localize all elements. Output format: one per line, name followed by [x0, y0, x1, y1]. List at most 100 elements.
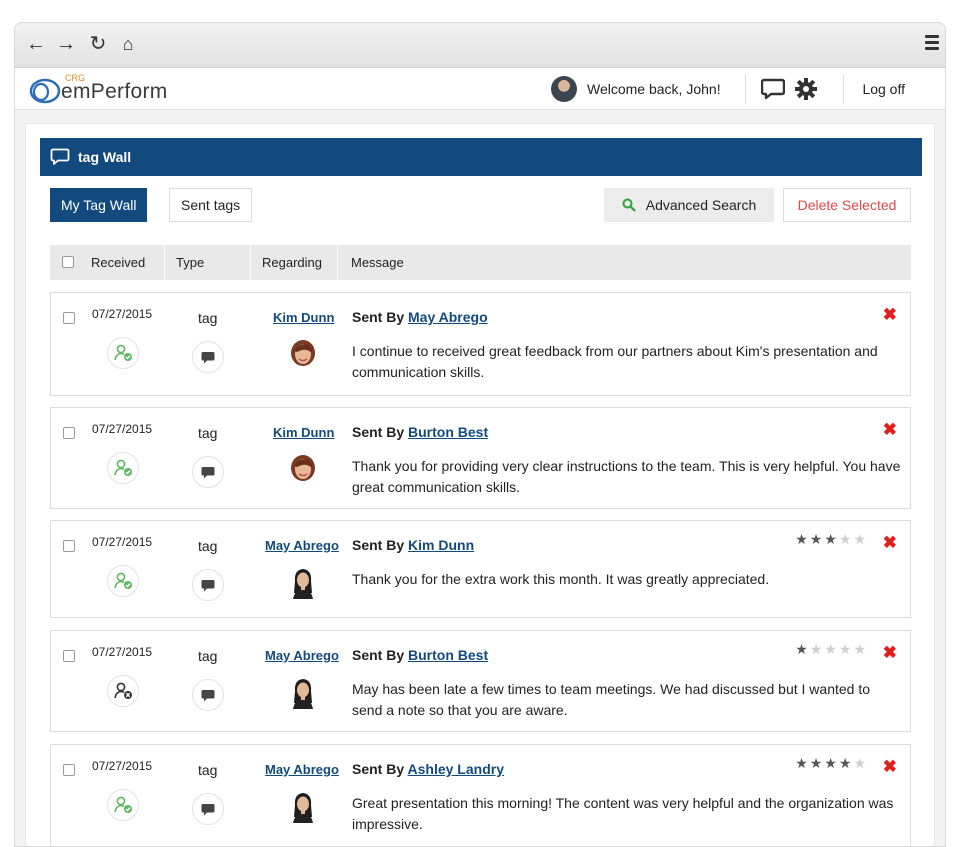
- user-approved-icon: [107, 565, 139, 597]
- delete-icon[interactable]: ✖: [883, 533, 897, 553]
- logo-text: emPerform: [61, 80, 168, 103]
- tag-type: tag: [198, 762, 218, 778]
- tag-row: 07/27/2015 tag May Abrego Sent By Ashley La…: [50, 744, 911, 846]
- sent-by-label: Sent By: [352, 309, 405, 325]
- column-header-regarding[interactable]: Regarding: [262, 245, 322, 280]
- sent-by-label: Sent By: [352, 647, 405, 663]
- regarding-link[interactable]: May Abrego: [265, 762, 339, 777]
- sent-by-line: Sent By May Abrego: [352, 309, 488, 325]
- advanced-search-button[interactable]: Advanced Search: [604, 188, 774, 222]
- welcome-area: Welcome back, John!: [551, 76, 721, 102]
- rating-star: ★: [838, 755, 854, 771]
- logoff-link[interactable]: Log off: [862, 81, 905, 97]
- tag-type: tag: [198, 310, 218, 326]
- tag-row: 07/27/2015 tag Kim Dunn Sent By Burton Best…: [50, 407, 911, 509]
- received-date: 07/27/2015: [92, 535, 153, 549]
- chat-bubble-icon: [192, 793, 224, 825]
- rating-star: ★: [853, 531, 868, 547]
- home-icon[interactable]: ⌂: [117, 33, 139, 55]
- column-separator: [164, 245, 165, 280]
- rating-star: ★: [853, 755, 868, 771]
- rating-star: ★: [809, 755, 825, 771]
- user-avatar[interactable]: [551, 76, 577, 102]
- star-rating: ★★★★★: [795, 641, 868, 658]
- row-checkbox[interactable]: [63, 540, 75, 552]
- select-all-checkbox[interactable]: [62, 256, 74, 268]
- browser-window: ← → ↻ ⌂ CRG emPerform Welcome back, John…: [14, 22, 946, 847]
- user-approved-icon: [107, 337, 139, 369]
- star-rating: ★★★★★: [795, 755, 868, 772]
- emperform-logo[interactable]: CRG emPerform: [27, 72, 168, 106]
- regarding-link[interactable]: May Abrego: [265, 648, 339, 663]
- table-header: Received Type Regarding Message: [50, 245, 911, 280]
- received-date: 07/27/2015: [92, 422, 153, 436]
- user-approved-icon: [107, 452, 139, 484]
- column-header-type[interactable]: Type: [176, 245, 204, 280]
- sender-link[interactable]: May Abrego: [408, 309, 488, 325]
- rating-star: ★: [809, 641, 825, 657]
- message-text: May has been late a few times to team me…: [352, 681, 871, 718]
- tag-chat-icon[interactable]: [761, 78, 785, 100]
- chat-bubble-icon: [192, 569, 224, 601]
- row-checkbox[interactable]: [63, 427, 75, 439]
- tag-type: tag: [198, 538, 218, 554]
- tab-my-tag-wall[interactable]: My Tag Wall: [50, 188, 148, 222]
- sent-by-line: Sent By Ashley Landry: [352, 761, 504, 777]
- regarding-avatar: [289, 454, 317, 484]
- sent-by-line: Sent By Burton Best: [352, 424, 488, 440]
- sender-link[interactable]: Burton Best: [408, 647, 488, 663]
- row-checkbox[interactable]: [63, 764, 75, 776]
- column-separator: [250, 245, 251, 280]
- message-text: Great presentation this morning! The con…: [352, 795, 894, 832]
- row-checkbox[interactable]: [63, 312, 75, 324]
- settings-gear-icon[interactable]: [795, 78, 817, 100]
- rating-star: ★: [809, 531, 825, 547]
- delete-icon[interactable]: ✖: [883, 643, 897, 663]
- column-header-received[interactable]: Received: [91, 245, 145, 280]
- header-divider: [745, 74, 746, 104]
- sent-by-label: Sent By: [352, 537, 405, 553]
- rating-star: ★: [824, 531, 839, 547]
- sender-link[interactable]: Kim Dunn: [408, 537, 474, 553]
- search-icon: [622, 198, 636, 212]
- rating-star: ★: [838, 641, 854, 657]
- app-header: CRG emPerform Welcome back, John! Log of…: [15, 68, 945, 110]
- delete-icon[interactable]: ✖: [883, 757, 897, 777]
- chat-bubble-icon: [192, 456, 224, 488]
- sent-by-line: Sent By Kim Dunn: [352, 537, 474, 553]
- delete-icon[interactable]: ✖: [883, 420, 897, 440]
- regarding-link[interactable]: May Abrego: [265, 538, 339, 553]
- row-checkbox[interactable]: [63, 650, 75, 662]
- back-arrow-icon[interactable]: ←: [25, 33, 47, 55]
- received-date: 07/27/2015: [92, 307, 153, 321]
- browser-menu-icon[interactable]: [925, 35, 939, 53]
- user-declined-icon: [107, 675, 139, 707]
- forward-arrow-icon[interactable]: →: [55, 33, 77, 55]
- message-text: Thank you for providing very clear instr…: [352, 458, 901, 495]
- chat-bubble-icon: [192, 341, 224, 373]
- delete-selected-button[interactable]: Delete Selected: [783, 188, 911, 222]
- rating-star: ★: [824, 641, 839, 657]
- sender-link[interactable]: Burton Best: [408, 424, 488, 440]
- regarding-avatar: [289, 677, 317, 709]
- chat-bubble-icon: [192, 679, 224, 711]
- rating-star: ★: [795, 531, 810, 547]
- user-approved-icon: [107, 789, 139, 821]
- regarding-avatar: [289, 567, 317, 599]
- received-date: 07/27/2015: [92, 759, 153, 773]
- header-divider: [843, 74, 844, 104]
- tag-row: 07/27/2015 tag Kim Dunn Sent By May Abrego I…: [50, 292, 911, 396]
- advanced-search-label: Advanced Search: [645, 197, 757, 213]
- sent-by-line: Sent By Burton Best: [352, 647, 488, 663]
- regarding-link[interactable]: Kim Dunn: [273, 425, 334, 440]
- reload-icon[interactable]: ↻: [87, 33, 109, 55]
- tag-wall-icon: [50, 148, 70, 165]
- tab-sent-tags[interactable]: Sent tags: [169, 188, 253, 222]
- page-title-bar: tag Wall: [40, 138, 922, 176]
- sender-link[interactable]: Ashley Landry: [408, 761, 504, 777]
- regarding-link[interactable]: Kim Dunn: [273, 310, 334, 325]
- page-title: tag Wall: [78, 149, 132, 165]
- delete-icon[interactable]: ✖: [883, 305, 897, 325]
- regarding-avatar: [289, 791, 317, 823]
- column-header-message[interactable]: Message: [351, 245, 404, 280]
